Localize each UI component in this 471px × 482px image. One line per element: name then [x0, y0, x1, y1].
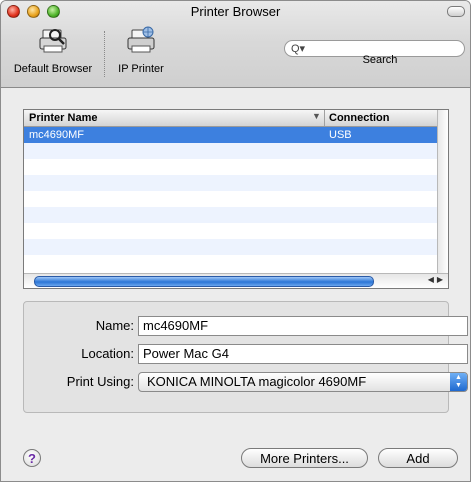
table-row[interactable]: mc4690MF USB — [24, 127, 440, 143]
more-printers-button[interactable]: More Printers... — [241, 448, 368, 468]
ip-printer-icon — [123, 25, 159, 55]
vertical-scrollbar[interactable] — [437, 110, 448, 274]
column-header-printer-name[interactable]: Printer Name — [29, 112, 97, 124]
printer-name-cell: mc4690MF — [29, 129, 85, 141]
print-using-label: Print Using: — [66, 374, 134, 389]
search-icon: Q▾ — [291, 43, 306, 55]
toolbar-toggle-button[interactable] — [447, 6, 465, 17]
default-browser-button[interactable]: Default Browser — [7, 25, 99, 75]
column-divider — [324, 110, 325, 126]
default-browser-label: Default Browser — [13, 63, 93, 75]
empty-row — [24, 223, 440, 239]
name-field[interactable]: mc4690MF — [138, 316, 468, 336]
location-field[interactable]: Power Mac G4 — [138, 344, 468, 364]
printer-list-area: Printer Name ▼ Connection mc4690MF USB ◀… — [23, 109, 449, 289]
table-header: Printer Name ▼ Connection — [24, 110, 440, 127]
printer-browser-window: Printer Browser Default Browser IP Print… — [0, 0, 471, 482]
search-label-container: Search — [355, 46, 405, 66]
scroll-arrows-icon[interactable]: ◀▶ — [428, 275, 446, 284]
toolbar-separator — [104, 31, 105, 77]
empty-row — [24, 159, 440, 175]
horizontal-scroll-thumb[interactable] — [34, 276, 374, 287]
location-label: Location: — [81, 346, 134, 361]
search-label: Search — [362, 54, 398, 66]
table-rows: mc4690MF USB — [24, 127, 440, 271]
sort-descending-icon: ▼ — [312, 111, 321, 121]
popup-arrows-icon: ▲ ▼ — [450, 373, 467, 391]
connection-cell: USB — [329, 129, 352, 141]
column-header-connection[interactable]: Connection — [329, 112, 390, 124]
window-title: Printer Browser — [190, 4, 281, 19]
horizontal-scrollbar[interactable]: ◀▶ — [24, 273, 448, 288]
empty-row — [24, 239, 440, 255]
empty-row — [24, 175, 440, 191]
ip-printer-button[interactable]: IP Printer — [111, 25, 171, 75]
default-browser-icon — [35, 25, 71, 55]
empty-row — [24, 207, 440, 223]
ip-printer-label: IP Printer — [118, 63, 164, 75]
print-using-select[interactable]: KONICA MINOLTA magicolor 4690MF ▲ ▼ — [138, 372, 468, 392]
name-label: Name: — [95, 318, 134, 333]
print-using-value: KONICA MINOLTA magicolor 4690MF — [147, 374, 367, 389]
printer-details-group: Name: mc4690MF Location: Power Mac G4 Pr… — [23, 301, 468, 413]
help-button[interactable]: ? — [23, 449, 41, 467]
printer-table: Printer Name ▼ Connection mc4690MF USB ◀… — [23, 109, 449, 289]
empty-row — [24, 143, 440, 159]
empty-row — [24, 191, 440, 207]
empty-row — [24, 255, 440, 271]
add-button[interactable]: Add — [378, 448, 458, 468]
toolbar: Printer Browser Default Browser IP Print… — [1, 1, 470, 88]
